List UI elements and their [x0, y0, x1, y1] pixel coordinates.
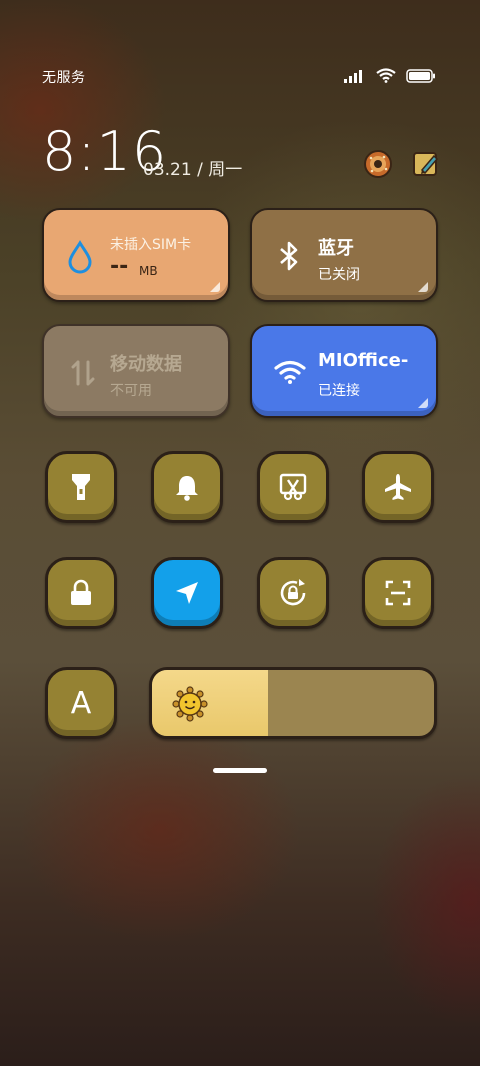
- data-usage-value: --: [110, 254, 129, 279]
- location-button[interactable]: [151, 557, 223, 629]
- battery-icon: [406, 68, 435, 83]
- flashlight-icon: [72, 474, 90, 500]
- water-drop-icon: [68, 240, 92, 274]
- rotation-lock-button[interactable]: [257, 557, 329, 629]
- wifi-icon: [376, 68, 396, 83]
- status-bar: 无服务: [0, 60, 480, 90]
- home-handle[interactable]: [213, 768, 267, 773]
- expand-corner: [418, 282, 428, 292]
- scan-button[interactable]: [362, 557, 434, 629]
- control-center-donut-icon[interactable]: [362, 148, 394, 180]
- bluetooth-tile[interactable]: 蓝牙 已关闭: [250, 208, 438, 302]
- bluetooth-status: 已关闭: [318, 267, 360, 283]
- sun-icon: [172, 686, 208, 722]
- data-usage-tile[interactable]: 未插入SIM卡 -- MB: [42, 208, 230, 302]
- mobile-data-tile[interactable]: 移动数据 不可用: [42, 324, 230, 418]
- brightness-fill: [152, 670, 268, 736]
- bell-icon: [176, 476, 198, 501]
- airplane-icon: [385, 474, 411, 500]
- rotation-lock-icon: [280, 579, 306, 606]
- clock-date: 03.21 / 周一: [143, 160, 243, 180]
- brightness-slider[interactable]: [149, 667, 437, 739]
- scissors-icon: [279, 473, 307, 501]
- wifi-tile[interactable]: MIOffice- 已连接: [250, 324, 438, 418]
- lock-icon: [71, 579, 91, 605]
- location-arrow-icon: [176, 582, 198, 604]
- screenshot-button[interactable]: [257, 451, 329, 523]
- wifi-icon: [274, 360, 306, 384]
- auto-brightness-button[interactable]: A: [45, 667, 117, 739]
- wifi-network-name: MIOffice-: [318, 350, 409, 371]
- signal-icon: [344, 69, 362, 83]
- bluetooth-label: 蓝牙: [318, 238, 354, 259]
- data-arrows-icon: [71, 360, 95, 386]
- wifi-status: 已连接: [318, 383, 360, 399]
- data-usage-unit: MB: [139, 264, 158, 278]
- expand-corner: [210, 282, 220, 292]
- lock-screen-button[interactable]: [45, 557, 117, 629]
- edit-tiles-icon[interactable]: [410, 148, 442, 180]
- flashlight-button[interactable]: [45, 451, 117, 523]
- mobile-data-status: 不可用: [110, 383, 152, 399]
- auto-brightness-label: A: [70, 685, 92, 721]
- expand-corner: [418, 398, 428, 408]
- sim-status-label: 未插入SIM卡: [110, 237, 192, 253]
- mobile-data-label: 移动数据: [110, 354, 182, 375]
- carrier-label: 无服务: [42, 70, 86, 86]
- status-icons: [344, 68, 436, 83]
- bluetooth-icon: [280, 241, 298, 271]
- airplane-mode-button[interactable]: [362, 451, 434, 523]
- ringer-button[interactable]: [151, 451, 223, 523]
- scan-icon: [385, 580, 411, 606]
